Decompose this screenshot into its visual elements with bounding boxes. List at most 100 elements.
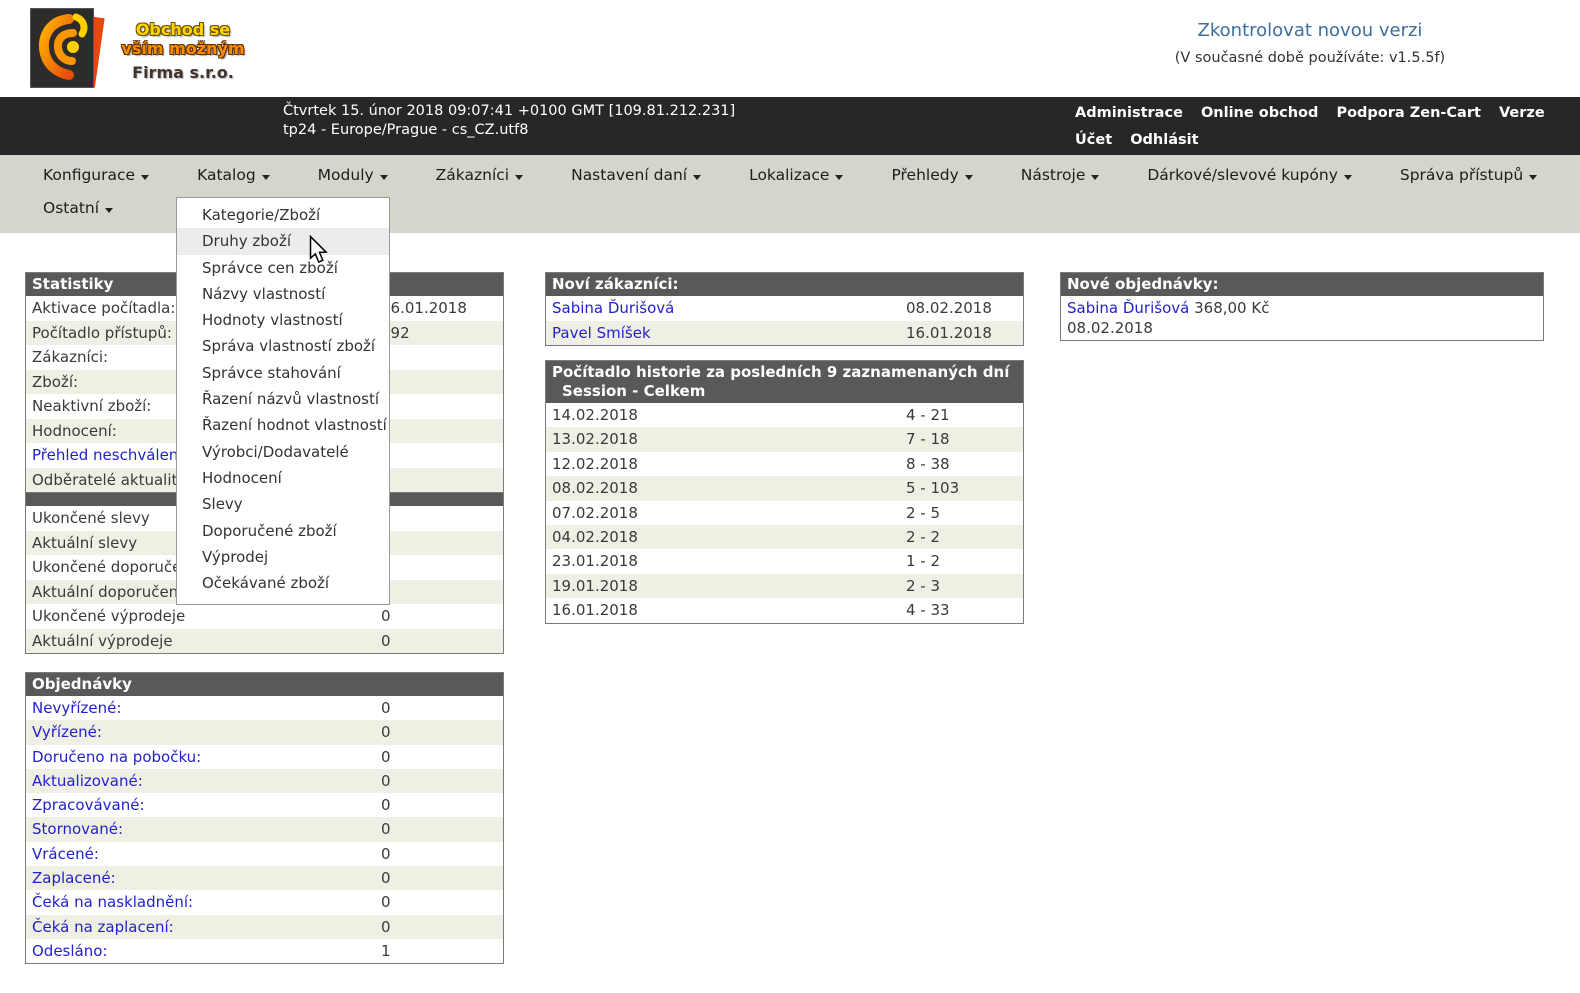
orders-status-link[interactable]: Stornované:	[26, 820, 123, 838]
table-row: 19.01.20182 - 3	[546, 574, 1023, 598]
menu-kupony[interactable]: Dárkové/slevové kupóny	[1147, 166, 1352, 184]
customer-link[interactable]: Pavel Smíšek	[546, 324, 651, 342]
store-name-line2: vším možným	[118, 39, 248, 58]
table-row: Nevyřízené:0	[26, 696, 503, 720]
chevron-down-icon	[693, 175, 701, 180]
dd-razeni-hodnot[interactable]: Řazení hodnot vlastností	[177, 412, 389, 438]
menu-nastaveni-dani[interactable]: Nastavení daní	[571, 166, 701, 184]
table-row: 07.02.20182 - 5	[546, 501, 1023, 525]
store-logo	[28, 6, 118, 94]
nav-odhlasit[interactable]: Odhlásit	[1130, 132, 1198, 148]
menu-sprava-pristupu[interactable]: Správa přístupů	[1400, 166, 1537, 184]
orders-status-link[interactable]: Vrácené:	[26, 845, 99, 863]
table-row: Vyřízené:0	[26, 720, 503, 744]
dd-doporucene-zbozi[interactable]: Doporučené zboží	[177, 518, 389, 544]
nav-ucet[interactable]: Účet	[1075, 132, 1112, 148]
table-row: Pavel Smíšek16.01.2018	[546, 321, 1023, 346]
orders-panel: Objednávky Nevyřízené:0 Vyřízené:0 Doruč…	[25, 672, 504, 964]
table-row: Ukončené výprodeje0	[26, 604, 503, 629]
orders-status-link[interactable]: Čeká na naskladnění:	[26, 893, 193, 911]
menu-zakaznici[interactable]: Zákazníci	[436, 166, 523, 184]
dd-sprava-vlastnosti[interactable]: Správa vlastností zboží	[177, 333, 389, 359]
table-row: Zpracovávané:0	[26, 793, 503, 817]
dd-druhy-zbozi[interactable]: Druhy zboží	[177, 228, 389, 254]
chevron-down-icon	[1091, 175, 1099, 180]
mouse-cursor	[309, 235, 328, 268]
menu-nastroje[interactable]: Nástroje	[1021, 166, 1100, 184]
nav-administrace[interactable]: Administrace	[1075, 105, 1183, 121]
chevron-down-icon	[105, 208, 113, 213]
orders-status-link[interactable]: Vyřízené:	[26, 723, 102, 741]
orders-status-link[interactable]: Zaplacené:	[26, 869, 116, 887]
nav-verze[interactable]: Verze	[1499, 105, 1545, 121]
chevron-down-icon	[380, 175, 388, 180]
orders-status-link[interactable]: Čeká na zaplacení:	[26, 918, 174, 936]
table-row: 08.02.20185 - 103	[546, 476, 1023, 500]
orders-status-link[interactable]: Odesláno:	[26, 942, 107, 960]
orders-panel-title: Objednávky	[26, 673, 503, 696]
table-row: Sabina Ďurišová 368,00 Kč 08.02.2018	[1061, 296, 1543, 340]
menu-lokalizace[interactable]: Lokalizace	[749, 166, 843, 184]
dd-hodnoceni[interactable]: Hodnocení	[177, 465, 389, 491]
check-new-version-link[interactable]: Zkontrolovat novou verzi	[1085, 20, 1535, 41]
server-locale: tp24 - Europe/Prague - cs_CZ.utf8	[283, 121, 735, 140]
chevron-down-icon	[965, 175, 973, 180]
order-amount: 368,00 Kč	[1194, 299, 1269, 317]
nav-podpora-zencart[interactable]: Podpora Zen-Cart	[1336, 105, 1481, 121]
table-row: Zaplacené:0	[26, 866, 503, 890]
dd-spravce-stahovani[interactable]: Správce stahování	[177, 360, 389, 386]
dd-vyprodej[interactable]: Výprodej	[177, 544, 389, 570]
dd-ocekavane-zbozi[interactable]: Očekávané zboží	[177, 570, 389, 596]
orders-status-link[interactable]: Aktualizované:	[26, 772, 143, 790]
table-row: Stornované:0	[26, 817, 503, 841]
dd-slevy[interactable]: Slevy	[177, 491, 389, 517]
order-date: 08.02.2018	[1067, 318, 1537, 338]
company-name: Firma s.r.o.	[118, 62, 248, 84]
menu-prehledy[interactable]: Přehledy	[891, 166, 972, 184]
chevron-down-icon	[141, 175, 149, 180]
info-bar: Čtvrtek 15. únor 2018 09:07:41 +0100 GMT…	[0, 97, 1580, 155]
menu-ostatni[interactable]: Ostatní	[43, 199, 113, 217]
counter-history-title: Počítadlo historie za posledních 9 zazna…	[546, 361, 1023, 403]
menu-moduly[interactable]: Moduly	[318, 166, 388, 184]
new-orders-panel: Nové objednávky: Sabina Ďurišová 368,00 …	[1060, 272, 1544, 341]
server-datetime: Čtvrtek 15. únor 2018 09:07:41 +0100 GMT…	[283, 102, 735, 121]
chevron-down-icon	[515, 175, 523, 180]
table-row: Čeká na naskladnění:0	[26, 890, 503, 914]
table-row: 23.01.20181 - 2	[546, 549, 1023, 573]
counter-history-panel: Počítadlo historie za posledních 9 zazna…	[545, 360, 1024, 624]
store-name-line1: Obchod se	[118, 20, 248, 39]
orders-status-link[interactable]: Nevyřízené:	[26, 699, 121, 717]
table-row: 16.01.20184 - 33	[546, 598, 1023, 622]
admin-dashboard: Obchod se vším možným Firma s.r.o. Zkont…	[0, 0, 1580, 993]
chevron-down-icon	[262, 175, 270, 180]
order-customer-link[interactable]: Sabina Ďurišová	[1067, 299, 1189, 317]
nav-online-obchod[interactable]: Online obchod	[1201, 105, 1318, 121]
dd-razeni-nazvu[interactable]: Řazení názvů vlastností	[177, 386, 389, 412]
table-row: Doručeno na pobočku:0	[26, 745, 503, 769]
table-row: Čeká na zaplacení:0	[26, 915, 503, 939]
orders-status-link[interactable]: Zpracovávané:	[26, 796, 145, 814]
chevron-down-icon	[1344, 175, 1352, 180]
dd-spravce-cen[interactable]: Správce cen zboží	[177, 255, 389, 281]
dd-nazvy-vlastnosti[interactable]: Názvy vlastností	[177, 281, 389, 307]
menu-konfigurace[interactable]: Konfigurace	[43, 166, 149, 184]
orders-status-link[interactable]: Doručeno na pobočku:	[26, 748, 201, 766]
katalog-dropdown-menu: Kategorie/Zboží Druhy zboží Správce cen …	[176, 197, 390, 605]
table-row: 14.02.20184 - 21	[546, 403, 1023, 427]
table-row: Sabina Ďurišová08.02.2018	[546, 296, 1023, 321]
dd-vyrobci-dodavatele[interactable]: Výrobci/Dodavatelé	[177, 439, 389, 465]
chevron-down-icon	[835, 175, 843, 180]
customer-link[interactable]: Sabina Ďurišová	[546, 299, 674, 317]
menu-katalog[interactable]: Katalog	[197, 166, 270, 184]
table-row: Vrácené:0	[26, 842, 503, 866]
new-orders-title: Nové objednávky:	[1061, 273, 1543, 296]
current-version-text: (V současné době používáte: v1.5.5f)	[1085, 50, 1535, 66]
counter-history-subtitle: Session - Celkem	[552, 382, 1017, 401]
table-row: 12.02.20188 - 38	[546, 452, 1023, 476]
dd-kategorie-zbozi[interactable]: Kategorie/Zboží	[177, 202, 389, 228]
chevron-down-icon	[1529, 175, 1537, 180]
dd-hodnoty-vlastnosti[interactable]: Hodnoty vlastností	[177, 307, 389, 333]
new-customers-title: Noví zákazníci:	[546, 273, 1023, 296]
logo-swirl-icon	[30, 8, 94, 88]
